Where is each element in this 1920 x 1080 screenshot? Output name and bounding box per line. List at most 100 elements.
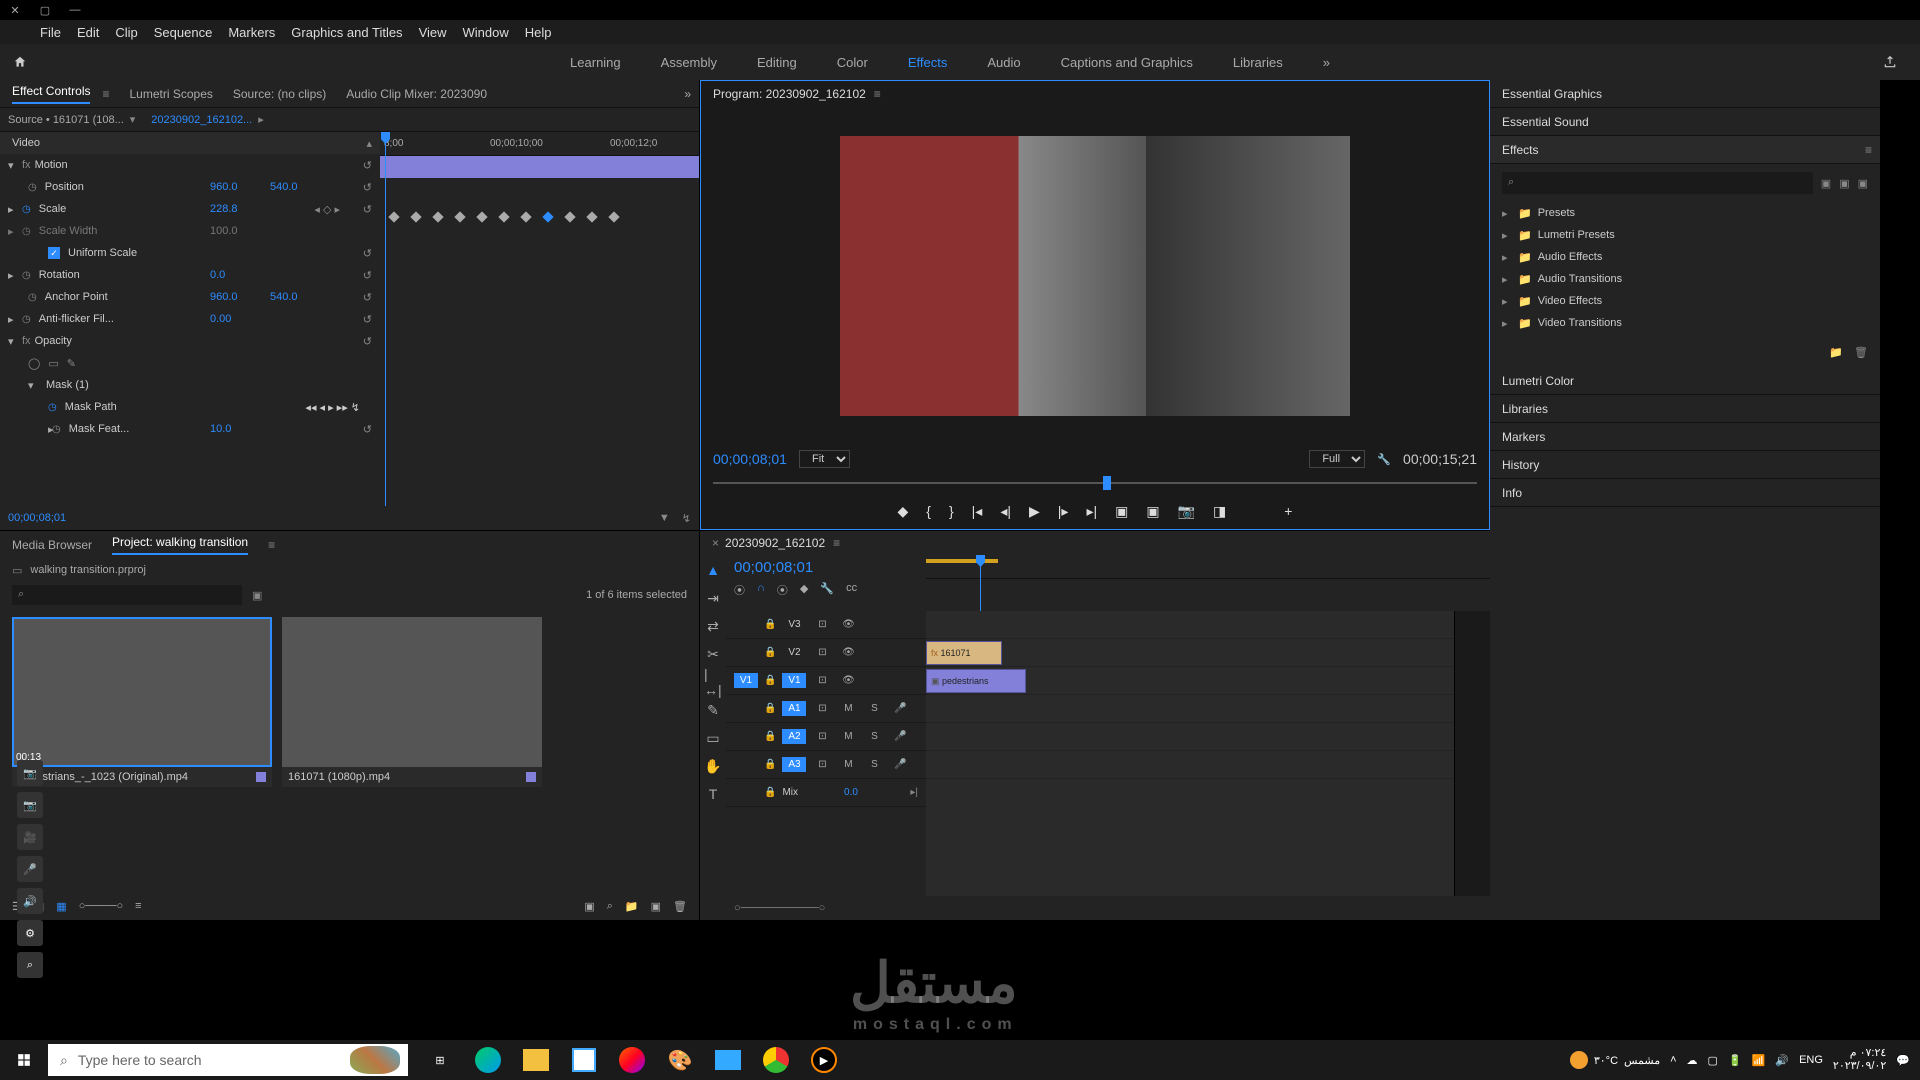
export-frame-button[interactable]: 📷 — [1178, 503, 1195, 520]
tray-chevron[interactable]: ˄ — [1670, 1054, 1676, 1066]
scrubber-head[interactable] — [1103, 476, 1111, 490]
camera-icon[interactable]: 📷 — [17, 792, 43, 818]
task-view-button[interactable]: ⊞ — [418, 1040, 462, 1080]
eye-icon[interactable]: 👁 — [838, 647, 858, 658]
effects-folder-lumetri-presets[interactable]: ▸📁Lumetri Presets — [1502, 224, 1868, 246]
motion-effect[interactable]: ▾fx Motion ↺ — [0, 154, 380, 176]
work-area-bar[interactable] — [926, 559, 998, 563]
effects-folder-presets[interactable]: ▸📁Presets — [1502, 202, 1868, 224]
workspace-effects[interactable]: Effects — [908, 55, 948, 70]
rotation-property[interactable]: ▸◷ Rotation 0.0 ↺ — [0, 264, 380, 286]
panel-history[interactable]: History — [1490, 451, 1880, 479]
hand-tool[interactable]: ✋ — [704, 757, 722, 775]
pen-tool[interactable]: ✎ — [704, 701, 722, 719]
opacity-effect[interactable]: ▾fx Opacity ↺ — [0, 330, 380, 352]
language-indicator[interactable]: ENG — [1799, 1054, 1823, 1066]
project-item-161071[interactable]: 161071 (1080p).mp4 — [282, 617, 542, 787]
track-header-a3[interactable]: 🔒 A3 ⊡ M S 🎤 — [726, 751, 926, 779]
ripple-edit-tool[interactable]: ⇄ — [704, 617, 722, 635]
effect-controls-timeline[interactable]: 8;00 00;00;10;00 00;00;12;0 — [380, 132, 699, 506]
workspace-captions[interactable]: Captions and Graphics — [1061, 55, 1193, 70]
antiflicker-value[interactable]: 0.00 — [210, 313, 231, 325]
timeline-ruler[interactable] — [926, 555, 1490, 579]
ellipse-mask-icon[interactable]: ◯ — [28, 357, 40, 370]
sequence-label[interactable]: 20230902_162102... — [151, 114, 252, 126]
media-player-app[interactable]: ▶ — [802, 1040, 846, 1080]
lock-icon[interactable]: 🔒 — [764, 759, 776, 770]
track-name[interactable]: A2 — [782, 729, 806, 744]
home-button[interactable] — [0, 55, 40, 69]
panel-menu-icon[interactable]: ≡ — [268, 538, 275, 552]
wifi-icon[interactable]: 📶 — [1752, 1054, 1766, 1067]
effects-search-input[interactable] — [1502, 172, 1813, 194]
track-name[interactable]: A3 — [782, 757, 806, 772]
panel-lumetri-color[interactable]: Lumetri Color — [1490, 367, 1880, 395]
minimize-window-button[interactable]: — — [60, 0, 90, 20]
settings-icon[interactable]: 🔧 — [820, 582, 834, 598]
reset-icon[interactable]: ↺ — [363, 313, 372, 326]
tabs-overflow[interactable]: » — [684, 87, 691, 101]
workspace-learning[interactable]: Learning — [570, 55, 621, 70]
timeline-content[interactable]: fx 161071 ▣ pedestrians — [926, 611, 1454, 896]
effect-controls-timecode[interactable]: 00;00;08;01 — [8, 512, 66, 524]
menu-graphics[interactable]: Graphics and Titles — [291, 25, 402, 40]
lock-icon[interactable]: 🔒 — [764, 731, 776, 742]
solo-toggle[interactable]: S — [864, 731, 884, 742]
caption-icon[interactable]: cc — [846, 582, 857, 598]
workspace-overflow[interactable]: » — [1323, 55, 1330, 70]
label-color[interactable] — [256, 772, 266, 782]
mute-toggle[interactable]: M — [838, 759, 858, 770]
clock[interactable]: ٠٧:٢٤ م ٢٠٢٣/٠٩/٠٢ — [1833, 1047, 1886, 1073]
voice-over-icon[interactable]: 🎤 — [890, 703, 910, 714]
anchor-point-property[interactable]: ◷ Anchor Point 960.0 540.0 ↺ — [0, 286, 380, 308]
meet-now-icon[interactable]: ▢ — [1708, 1054, 1718, 1067]
menu-edit[interactable]: Edit — [77, 25, 99, 40]
sort-icon[interactable]: ≡ — [135, 900, 141, 912]
play-icon[interactable]: ▸ — [258, 113, 264, 126]
track-header-v3[interactable]: 🔒 V3 ⊡ 👁 — [726, 611, 926, 639]
snap-toggle[interactable]: ∩ — [757, 582, 765, 598]
project-search-input[interactable] — [12, 585, 242, 605]
close-window-button[interactable]: ✕ — [0, 0, 30, 20]
effects-folder-audio-effects[interactable]: ▸📁Audio Effects — [1502, 246, 1868, 268]
tab-project[interactable]: Project: walking transition — [112, 535, 248, 555]
reset-icon[interactable]: ↺ — [363, 335, 372, 348]
program-scrubber[interactable] — [713, 473, 1477, 493]
reset-icon[interactable]: ↺ — [363, 159, 372, 172]
reset-icon[interactable]: ↺ — [363, 181, 372, 194]
eye-icon[interactable]: 👁 — [838, 619, 858, 630]
rect-mask-icon[interactable]: ▭ — [48, 357, 58, 370]
stopwatch-icon[interactable]: ◷ — [28, 292, 37, 303]
firefox-app[interactable] — [610, 1040, 654, 1080]
reset-icon[interactable]: ↺ — [363, 269, 372, 282]
panel-markers[interactable]: Markers — [1490, 423, 1880, 451]
position-x[interactable]: 960.0 — [210, 181, 238, 193]
sync-lock-icon[interactable]: ⊡ — [812, 619, 832, 630]
zoom-slider[interactable]: ○────○ — [79, 900, 123, 912]
voice-over-icon[interactable]: 🎤 — [890, 759, 910, 770]
speaker-icon[interactable]: 🔊 — [17, 888, 43, 914]
tab-audio-mixer[interactable]: Audio Clip Mixer: 2023090 — [346, 87, 487, 101]
fx-badge-icon[interactable]: ▣ — [1858, 177, 1868, 190]
mask-shape-tools[interactable]: ◯ ▭ ✎ — [0, 352, 380, 374]
battery-icon[interactable]: 🔋 — [1728, 1054, 1742, 1067]
mute-toggle[interactable]: M — [838, 703, 858, 714]
track-name[interactable]: V2 — [782, 645, 806, 660]
dropdown-icon[interactable]: ▾ — [130, 113, 136, 126]
stopwatch-icon[interactable]: ◷ — [48, 402, 57, 413]
panel-menu-icon[interactable]: ≡ — [874, 87, 881, 101]
reset-icon[interactable]: ↺ — [363, 247, 372, 260]
volume-icon[interactable]: 🔊 — [1775, 1054, 1789, 1067]
lock-icon[interactable]: 🔒 — [764, 619, 776, 630]
menu-file[interactable]: File — [40, 25, 61, 40]
effects-folder-video-effects[interactable]: ▸📁Video Effects — [1502, 290, 1868, 312]
trash-icon[interactable]: 🗑 — [673, 900, 687, 913]
step-back-button[interactable]: ◂| — [1000, 503, 1011, 520]
clip-pedestrians[interactable]: ▣ pedestrians — [926, 669, 1026, 693]
step-forward-button[interactable]: |▸ — [1058, 503, 1069, 520]
camera-icon[interactable]: 📷 — [17, 760, 43, 786]
sync-lock-icon[interactable]: ⊡ — [812, 647, 832, 658]
workspace-audio[interactable]: Audio — [987, 55, 1020, 70]
linked-selection-toggle[interactable]: ⦿ — [777, 582, 788, 598]
start-button[interactable] — [0, 1040, 48, 1080]
